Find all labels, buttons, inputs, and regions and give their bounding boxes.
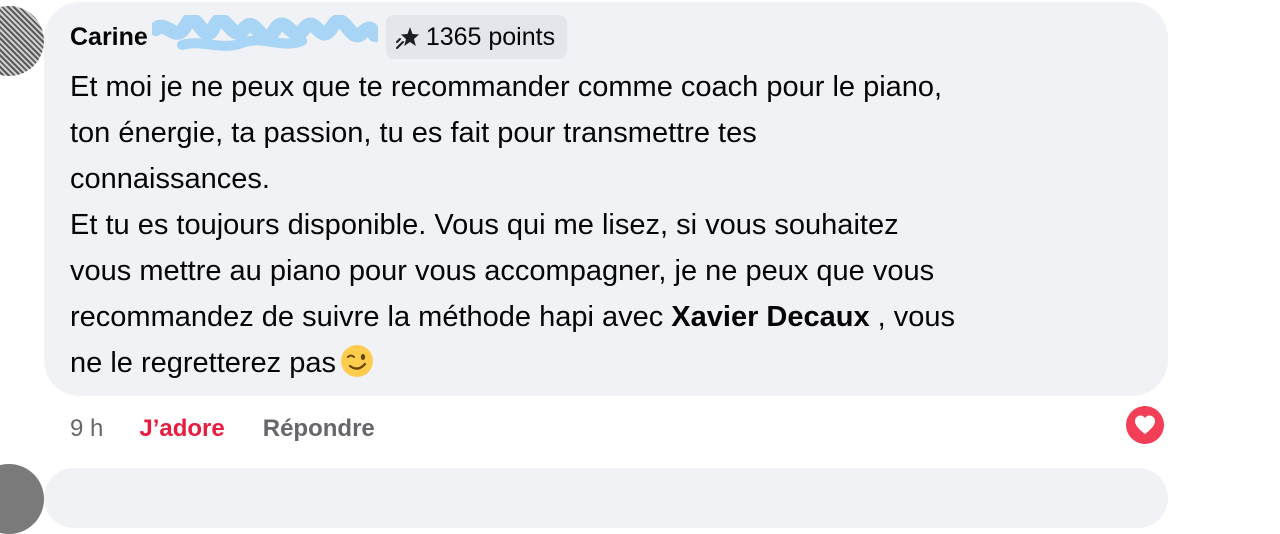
mention-link[interactable]: Xavier Decaux — [671, 301, 869, 333]
name-redaction-scribble — [151, 15, 378, 55]
comment-line-6-start: recommandez de suivre la méthode hapi av… — [70, 301, 672, 333]
comment-line-3: connaissances. — [70, 163, 270, 195]
comment-line-2: ton énergie, ta passion, tu es fait pour… — [70, 117, 757, 149]
comment-line-6: recommandez de suivre la méthode hapi av… — [70, 294, 1150, 340]
winking-face-icon — [340, 344, 374, 378]
reply-button[interactable]: Répondre — [263, 414, 375, 444]
comment-line-7-text: ne le regretterez pas — [70, 347, 336, 379]
comment-header: Carine 1365 points — [70, 14, 568, 60]
comment-actions: 9 h J’adore Répondre — [70, 414, 375, 444]
comment-bubble: Carine 1365 points Et moi je ne peux que… — [44, 2, 1168, 396]
comment-text: Et moi je ne peux que te recommander com… — [70, 64, 1150, 386]
comment-line-4: Et tu es toujours disponible. Vous qui m… — [70, 209, 899, 241]
points-label: 1365 points — [425, 23, 556, 51]
heart-reaction-icon — [1125, 405, 1165, 450]
like-button[interactable]: J’adore — [139, 414, 224, 444]
reaction-summary[interactable] — [1124, 405, 1166, 450]
avatar[interactable] — [0, 6, 44, 76]
comment-line-7: ne le regretterez pas — [70, 340, 1150, 386]
comment-line-1: Et moi je ne peux que te recommander com… — [70, 71, 943, 103]
comment-line-6-end: , vous — [869, 301, 956, 333]
author-name[interactable]: Carine — [70, 22, 148, 52]
star-icon — [395, 25, 420, 49]
avatar-next-comment[interactable] — [0, 464, 44, 534]
points-badge[interactable]: 1365 points — [385, 15, 568, 59]
next-comment-bubble — [44, 468, 1168, 528]
timestamp-link[interactable]: 9 h — [70, 414, 103, 444]
comment-line-5: vous mettre au piano pour vous accompagn… — [70, 255, 935, 287]
